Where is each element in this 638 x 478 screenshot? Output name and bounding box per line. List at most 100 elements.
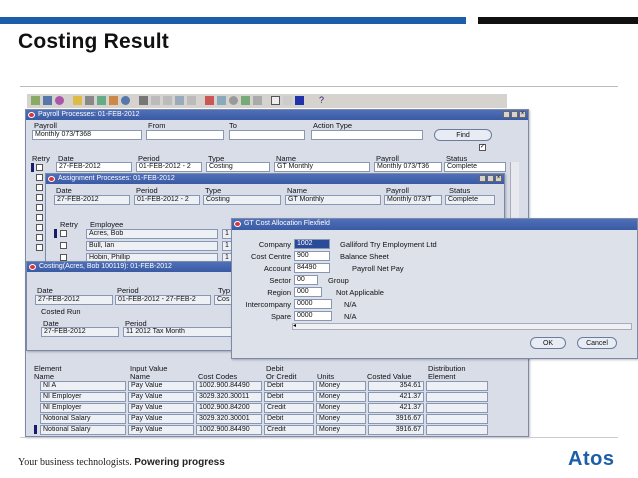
print-icon[interactable] xyxy=(55,96,64,105)
retry-checkbox[interactable] xyxy=(36,174,43,181)
cell-dc[interactable]: Debit xyxy=(264,381,314,391)
company-segment[interactable]: 1002 xyxy=(294,239,330,249)
calendar-icon[interactable] xyxy=(271,96,280,105)
cut-icon[interactable] xyxy=(85,96,94,105)
cell-dc[interactable]: Debit xyxy=(264,392,314,402)
cell-input[interactable]: Pay Value xyxy=(128,403,194,413)
translations-icon[interactable] xyxy=(229,96,238,105)
folder-icon[interactable] xyxy=(73,96,82,105)
cell-units[interactable]: Money xyxy=(316,425,366,435)
employee-name[interactable]: Acres, Bob xyxy=(86,229,218,239)
minimize-button[interactable] xyxy=(503,111,510,118)
run-date-field[interactable]: 27-FEB-2012 xyxy=(41,327,119,337)
employee-name[interactable]: Bull, Ian xyxy=(86,241,218,251)
date-field[interactable]: 27-FEB-2012 xyxy=(35,295,113,305)
cell-distribution[interactable] xyxy=(426,414,488,424)
retry-checkbox[interactable] xyxy=(60,254,67,261)
cell-code[interactable]: 1002.900.84490 xyxy=(196,381,262,391)
sector-segment[interactable]: 00 xyxy=(294,275,318,285)
cell-dc[interactable]: Credit xyxy=(264,425,314,435)
save-icon[interactable] xyxy=(43,96,52,105)
cell-value[interactable]: 3916.67 xyxy=(368,425,424,435)
row-payroll[interactable]: Monthly 073/T xyxy=(384,195,442,205)
attach-icon[interactable] xyxy=(139,96,148,105)
find-icon[interactable] xyxy=(121,96,130,105)
retry-checkbox[interactable] xyxy=(36,244,43,251)
cell-input[interactable]: Pay Value xyxy=(128,381,194,391)
export-icon[interactable] xyxy=(295,96,304,105)
cell-distribution[interactable] xyxy=(426,403,488,413)
cell-input[interactable]: Pay Value xyxy=(128,425,194,435)
open-icon[interactable] xyxy=(31,96,40,105)
period-field[interactable]: 01-FEB-2012 - 27-FEB-2 xyxy=(115,295,211,305)
maximize-button[interactable] xyxy=(511,111,518,118)
intercompany-segment[interactable]: 0000 xyxy=(294,299,332,309)
cost-centre-segment[interactable]: 900 xyxy=(294,251,330,261)
cell-value[interactable]: 3916.67 xyxy=(368,414,424,424)
retry-checkbox[interactable] xyxy=(36,214,43,221)
clear-field-icon[interactable] xyxy=(187,96,196,105)
edit-field-icon[interactable] xyxy=(205,96,214,105)
action-type-field[interactable] xyxy=(311,130,423,140)
retry-checkbox[interactable] xyxy=(36,194,43,201)
account-segment[interactable]: 84490 xyxy=(294,263,330,273)
help-icon[interactable]: ? xyxy=(317,96,326,105)
retry-checkbox[interactable] xyxy=(36,234,43,241)
row-period[interactable]: 01-FEB-2012 - 2 xyxy=(134,195,200,205)
retry-checkbox[interactable] xyxy=(60,230,67,237)
cell-value[interactable]: 421.37 xyxy=(368,392,424,402)
horizontal-scrollbar[interactable]: ◂ xyxy=(292,323,632,330)
row-status[interactable]: Complete xyxy=(445,195,495,205)
cell-distribution[interactable] xyxy=(426,425,488,435)
from-field[interactable] xyxy=(146,130,224,140)
cell-code[interactable]: 1002.900.84200 xyxy=(196,403,262,413)
new-record-icon[interactable] xyxy=(151,96,160,105)
window-icon[interactable] xyxy=(253,96,262,105)
folder-tools-icon[interactable] xyxy=(241,96,250,105)
cell-units[interactable]: Money xyxy=(316,403,366,413)
cancel-button[interactable]: Cancel xyxy=(577,337,617,349)
cell-distribution[interactable] xyxy=(426,392,488,402)
cell-units[interactable]: Money xyxy=(316,392,366,402)
row-name[interactable]: GT Monthly xyxy=(285,195,381,205)
cell-element[interactable]: NI Employer xyxy=(40,392,126,402)
cell-code[interactable]: 3029.320.30011 xyxy=(196,392,262,402)
cell-units[interactable]: Money xyxy=(316,414,366,424)
row-type[interactable]: Costing xyxy=(203,195,281,205)
row-name[interactable]: GT Monthly xyxy=(274,162,370,172)
delete-record-icon[interactable] xyxy=(175,96,184,105)
retry-checkbox[interactable] xyxy=(60,242,67,249)
payroll-field[interactable]: Monthly 073/T368 xyxy=(32,130,142,140)
cell-element[interactable]: NI Employer xyxy=(40,403,126,413)
cell-distribution[interactable] xyxy=(426,381,488,391)
find-button[interactable]: Find xyxy=(434,129,492,141)
copy-icon[interactable] xyxy=(97,96,106,105)
cell-code[interactable]: 1002.900.84490 xyxy=(196,425,262,435)
minimize-button[interactable] xyxy=(479,175,486,182)
cell-dc[interactable]: Credit xyxy=(264,403,314,413)
retry-checkbox[interactable] xyxy=(36,164,43,171)
clear-record-icon[interactable] xyxy=(163,96,172,105)
checkbox-checked[interactable]: ✓ xyxy=(479,144,486,151)
maximize-button[interactable] xyxy=(487,175,494,182)
cell-element[interactable]: Notional Salary xyxy=(40,414,126,424)
cell-input[interactable]: Pay Value xyxy=(128,392,194,402)
cell-units[interactable]: Money xyxy=(316,381,366,391)
retry-checkbox[interactable] xyxy=(36,184,43,191)
to-field[interactable] xyxy=(229,130,305,140)
cell-value[interactable]: 354.61 xyxy=(368,381,424,391)
cell-value[interactable]: 421.37 xyxy=(368,403,424,413)
row-date[interactable]: 27-FEB-2012 xyxy=(54,195,130,205)
row-payroll[interactable]: Monthly 073/T36 xyxy=(374,162,442,172)
cell-element[interactable]: Notional Salary xyxy=(40,425,126,435)
ok-button[interactable]: OK xyxy=(530,337,566,349)
cell-dc[interactable]: Debit xyxy=(264,414,314,424)
retry-checkbox[interactable] xyxy=(36,224,43,231)
row-date[interactable]: 27-FEB-2012 xyxy=(56,162,132,172)
close-button[interactable]: × xyxy=(495,175,502,182)
row-period[interactable]: 01-FEB-2012 - 2 xyxy=(136,162,202,172)
paste-icon[interactable] xyxy=(109,96,118,105)
cell-input[interactable]: Pay Value xyxy=(128,414,194,424)
close-button[interactable]: × xyxy=(519,111,526,118)
row-status[interactable]: Complete xyxy=(444,162,506,172)
